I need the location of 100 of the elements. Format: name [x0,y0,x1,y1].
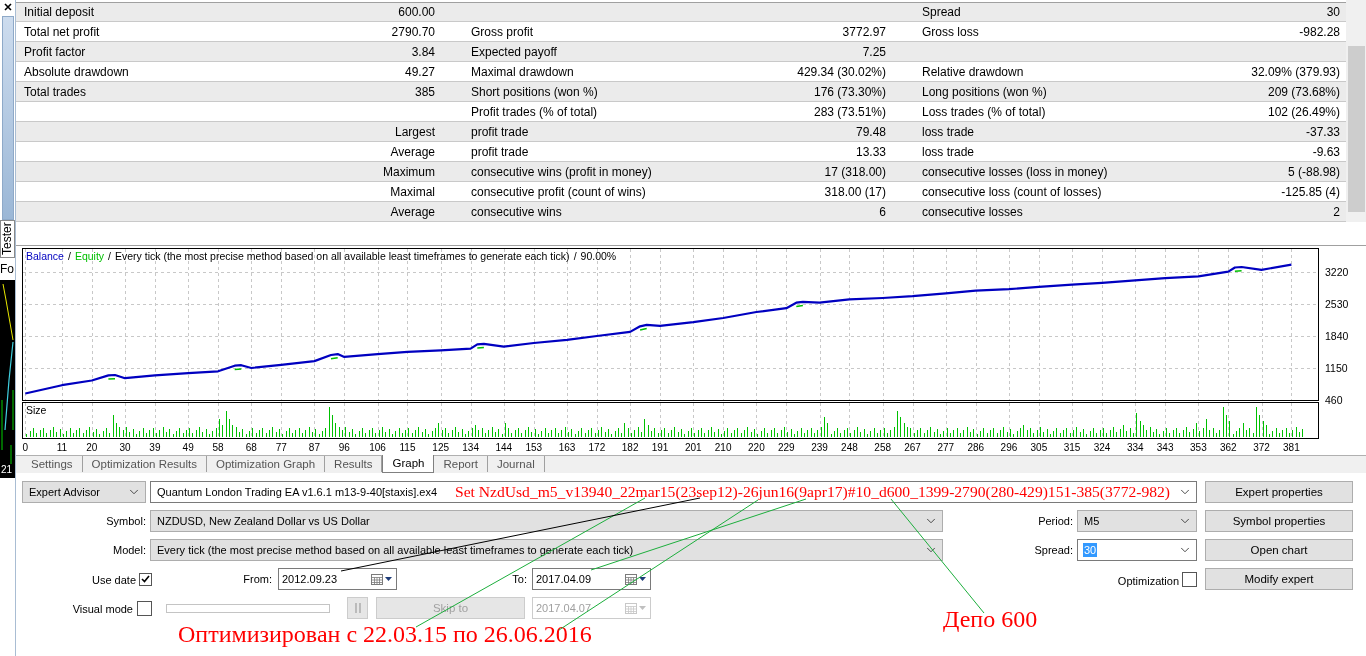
table-cell: Gross profit [471,24,533,39]
caret-down-icon [639,606,646,610]
table-cell: consecutive wins [471,204,562,219]
axis-label: 77 [275,442,287,453]
checkbox[interactable] [1182,571,1197,587]
table-cell: 600.00 [398,5,435,19]
slider-track[interactable] [166,603,330,613]
table-cell: 209 (73.68%) [1267,84,1340,99]
symbol-properties-button[interactable]: Symbol properties [1205,510,1353,532]
table-cell: 176 (73.30%) [813,84,886,99]
scrollbar-thumb[interactable] [1348,46,1365,212]
table-cell: 49.27 [404,64,435,79]
table-cell: Maximal [390,184,435,199]
check-icon [141,575,150,583]
panel-number: 21 [1,464,13,476]
field-label: Spread: [1034,543,1073,557]
axis-label: 343 [1156,442,1174,453]
symbol-dropdown[interactable]: NZDUSD, New Zealand Dollar vs US Dollar [150,510,943,532]
tab[interactable]: Report [434,456,488,472]
axis-label: 68 [245,442,257,453]
table-cell: loss trade [922,124,975,139]
table-cell: -125.85 (4) [1281,184,1340,199]
table-cell: 3772.97 [842,24,886,39]
field-label: Period: [1038,514,1073,528]
axis-label: 191 [651,442,669,453]
scrollbar[interactable] [1346,0,1366,222]
table-cell: 2790.70 [391,24,435,39]
annotation-text: Оптимизирован с 22.03.15 по 26.06.2016 [178,621,592,647]
axis-label: 30 [119,442,131,453]
table-cell: 385 [414,84,435,99]
axis-label: 248 [841,442,858,453]
date-field[interactable]: 2017.04.09 [532,568,651,590]
checkbox[interactable] [139,572,152,586]
expert-type-dropdown[interactable]: Expert Advisor [22,481,146,503]
calendar-icon [625,602,637,614]
checkbox-label: Visual mode [72,602,133,616]
axis-label: 220 [748,442,765,453]
axis-label: 210 [714,442,732,453]
tab[interactable]: Settings [22,456,83,472]
axis-label: 229 [777,442,795,453]
table-cell: 13.33 [855,144,886,159]
tester-tab[interactable]: Tester [0,220,15,258]
axis-label: 324 [1093,442,1111,453]
table-cell: loss trade [922,144,975,159]
period-dropdown[interactable]: M5 [1077,510,1197,532]
table-cell: consecutive losses (loss in money) [922,164,1108,179]
table-cell: Total trades [24,84,87,99]
checkbox-label: Use date [91,573,136,587]
tab[interactable]: Optimization Results [82,456,208,472]
annotation-text: Депо 600 [943,606,1038,632]
table-cell: 17 (318.00) [824,164,886,179]
legend-separator: / [573,250,577,263]
axis-label: 115 [399,442,416,453]
axis-label: 182 [621,442,639,453]
close-icon[interactable] [3,3,12,11]
caret-down-icon [639,577,646,581]
checkbox[interactable] [137,600,152,616]
table-cell: -9.63 [1312,144,1340,159]
axis-label: 106 [369,442,386,453]
axis-label: 239 [811,442,828,453]
panel-label: Fo [0,261,15,278]
axis-label: 58 [212,442,224,453]
axis-label: 3220 [1325,266,1349,279]
chart-subtitle: Every tick (the most precise method based on all available least timeframes to generate each tick) [115,250,570,263]
expert-properties-button[interactable]: Expert properties [1205,481,1353,503]
table-cell: Maximum [383,164,435,179]
table-cell: consecutive profit (count of wins) [471,184,646,199]
table-cell: consecutive losses [922,204,1023,219]
axis-label: 372 [1253,442,1270,453]
table-cell: Maximal drawdown [471,64,574,79]
table-cell: 2 [1333,204,1340,219]
legend-label: Balance [26,250,64,263]
date-field[interactable]: 2012.09.23 [278,568,397,590]
modify-expert-button[interactable]: Modify expert [1205,568,1353,590]
table-cell: 6 [879,204,886,219]
table-cell: Gross loss [922,24,979,39]
axis-label: 362 [1219,442,1237,453]
pause-icon [354,603,361,613]
open-chart-button[interactable]: Open chart [1205,539,1353,561]
table-cell: 5 (-88.98) [1287,164,1340,179]
axis-label: 296 [1000,442,1018,453]
axis-label: 286 [967,442,985,453]
axis-label: 153 [525,442,543,453]
table-cell: Average [390,204,435,219]
expert-dropdown[interactable]: Quantum London Trading EA v1.6.1 m13-9-40[staxis].ex4 Set NzdUsd_m5_v13940_22mar15(23sep12)-26jun16(9apr17)#10_d600_1399-2790(280-429)151-385(3772-982) [150,481,1197,503]
table-cell: Absolute drawdown [24,64,129,79]
table-cell: Profit factor [24,44,86,59]
pane-label: Size [26,404,47,416]
table-cell: profit trade [471,144,529,159]
table-cell: Total net profit [24,24,100,39]
axis-label: 20 [86,442,98,453]
axis-label: 1150 [1325,362,1348,374]
tab[interactable]: Optimization Graph [207,456,326,472]
table-cell: consecutive wins (profit in money) [471,164,652,179]
legend-separator: / [108,250,111,263]
tab[interactable]: Graph [382,455,435,473]
axis-label: 277 [937,442,955,453]
axis-label: 49 [182,442,194,453]
tab[interactable]: Journal [487,456,545,472]
field-label: From: [243,572,272,586]
